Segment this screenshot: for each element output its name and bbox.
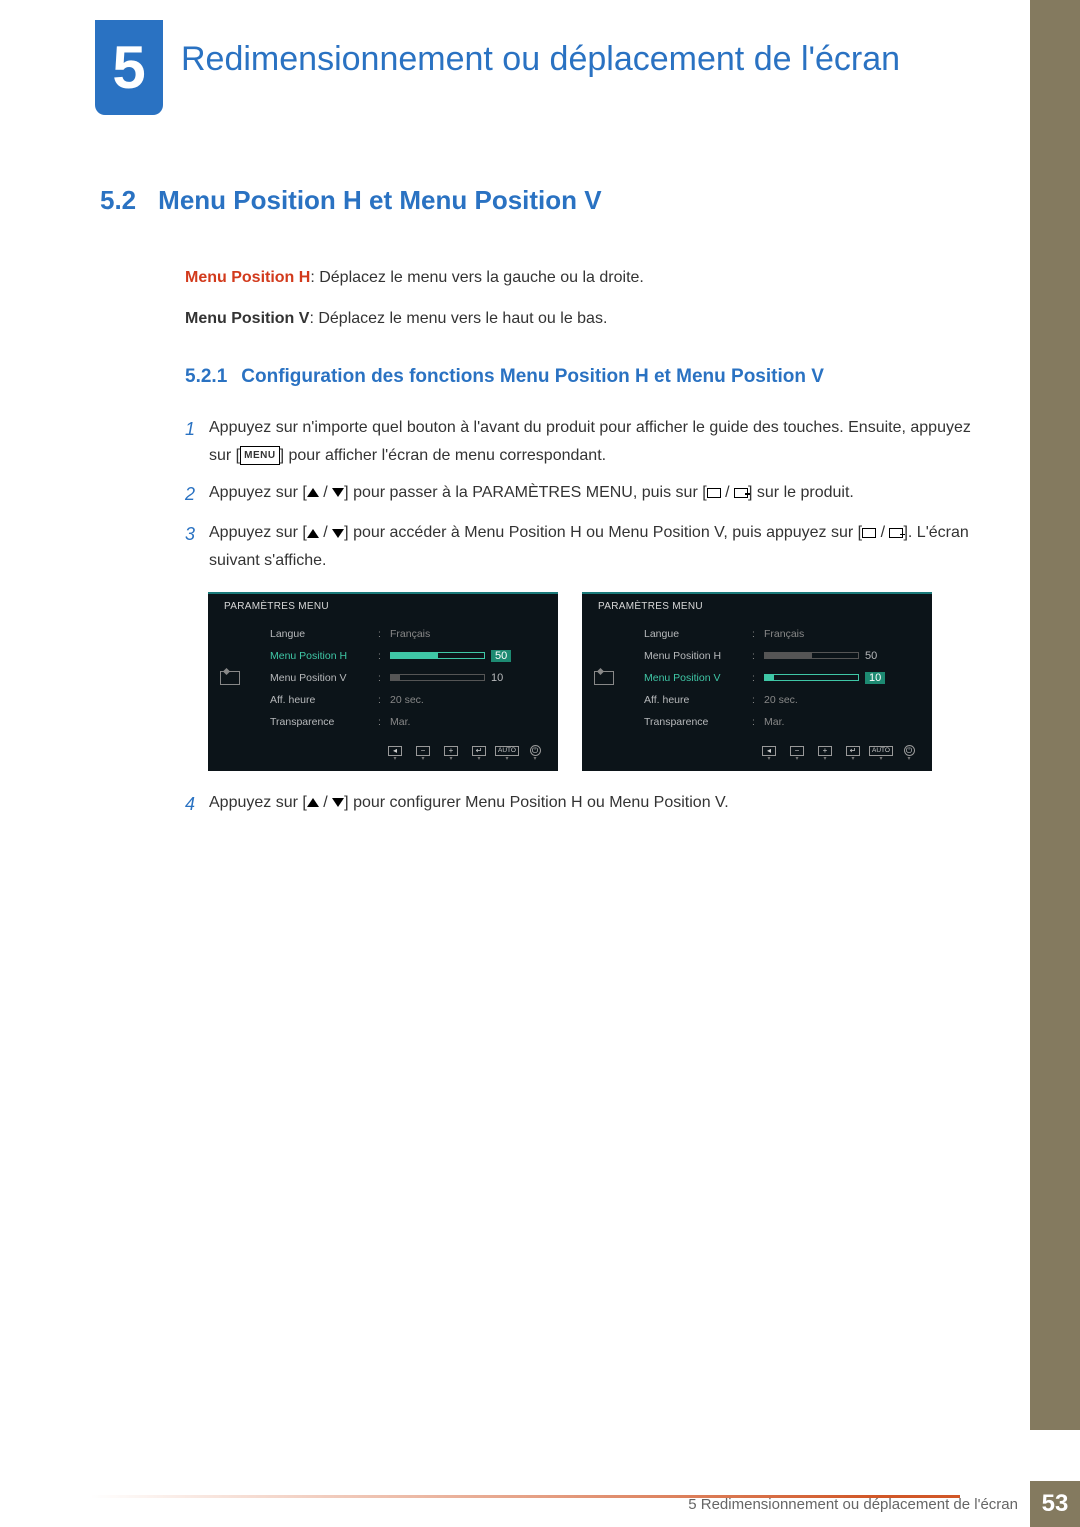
osd-category-icon (594, 671, 614, 685)
osd-nav-minus-icon: −▾ (786, 745, 808, 763)
osd-nav-auto-icon: AUTO▾ (496, 745, 518, 763)
osd-nav-left-icon: ◂▾ (758, 745, 780, 763)
footer-text: 5 Redimensionnement ou déplacement de l'… (688, 1496, 1030, 1513)
osd-nav-left-icon: ◂▾ (384, 745, 406, 763)
osd-title: PARAMÈTRES MENU (208, 594, 558, 615)
label-position-v: Menu Position V (185, 310, 309, 327)
osd-slider: 50 (390, 650, 511, 662)
osd-item-trans: Transparence : Mar. (644, 711, 918, 733)
pos-h-label: Menu Position H (464, 524, 581, 541)
osd-item-langue: Langue : Français (270, 623, 544, 645)
subsection-title: Configuration des fonctions Menu Positio… (241, 366, 824, 387)
chapter-number-badge: 5 (95, 20, 163, 115)
osd-nav-enter-icon: ↵▾ (842, 745, 864, 763)
subsection-number: 5.2.1 (185, 366, 227, 388)
osd-category-icon (220, 671, 240, 685)
osd-item-pos-v: Menu Position V : 10 (270, 667, 544, 689)
rect-icon (707, 488, 721, 498)
osd-slider: 10 (764, 672, 885, 684)
osd-nav-plus-icon: +▾ (440, 745, 462, 763)
section-heading: 5.2 Menu Position H et Menu Position V (100, 185, 980, 216)
osd-slider: 10 (390, 672, 503, 684)
subsection-heading: 5.2.1 Configuration des fonctions Menu Po… (185, 366, 980, 388)
osd-item-pos-v: Menu Position V : 10 (644, 667, 918, 689)
menu-key-icon: MENU (240, 446, 279, 465)
step-body: Appuyez sur [ / ] pour accéder à Menu Po… (209, 519, 980, 573)
param-menu-label: PARAMÈTRES MENU (472, 484, 633, 501)
osd-slider: 50 (764, 650, 877, 662)
osd-item-pos-h: Menu Position H : 50 (270, 645, 544, 667)
triangle-down-icon (332, 529, 344, 538)
page-footer: 5 Redimensionnement ou déplacement de l'… (0, 1481, 1080, 1527)
intro-position-h: Menu Position H: Déplacez le menu vers l… (185, 264, 980, 291)
section-title: Menu Position H et Menu Position V (158, 185, 601, 216)
sidebar-stripe (1030, 0, 1080, 1430)
pos-v-label: Menu Position V (608, 524, 723, 541)
osd-item-langue: Langue : Français (644, 623, 918, 645)
osd-nav-bar: ◂▾ −▾ +▾ ↵▾ AUTO▾ ⏻▾ (582, 739, 932, 771)
step-3: 3 Appuyez sur [ / ] pour accéder à Menu … (185, 519, 980, 573)
osd-panel-pos-v: PARAMÈTRES MENU Langue : Français Menu P… (582, 592, 932, 771)
triangle-up-icon (307, 488, 319, 497)
step-1: 1 Appuyez sur n'importe quel bouton à l'… (185, 414, 980, 468)
triangle-up-icon (307, 529, 319, 538)
step-body: Appuyez sur [ / ] pour configurer Menu P… (209, 789, 980, 820)
osd-item-trans: Transparence : Mar. (270, 711, 544, 733)
section-number: 5.2 (100, 185, 136, 216)
triangle-up-icon (307, 798, 319, 807)
osd-nav-auto-icon: AUTO▾ (870, 745, 892, 763)
step-body: Appuyez sur [ / ] pour passer à la PARAM… (209, 479, 980, 510)
osd-nav-minus-icon: −▾ (412, 745, 434, 763)
triangle-down-icon (332, 798, 344, 807)
osd-item-aff: Aff. heure : 20 sec. (644, 689, 918, 711)
step-number: 4 (185, 789, 209, 820)
osd-nav-enter-icon: ↵▾ (468, 745, 490, 763)
intro-position-v: Menu Position V: Déplacez le menu vers l… (185, 305, 980, 332)
label-position-h: Menu Position H (185, 269, 310, 286)
osd-title: PARAMÈTRES MENU (582, 594, 932, 615)
step-number: 1 (185, 414, 209, 468)
enter-icon (889, 528, 903, 538)
page-number: 53 (1030, 1481, 1080, 1527)
rect-icon (862, 528, 876, 538)
osd-nav-bar: ◂▾ −▾ +▾ ↵▾ AUTO▾ ⏻▾ (208, 739, 558, 771)
triangle-down-icon (332, 488, 344, 497)
osd-item-aff: Aff. heure : 20 sec. (270, 689, 544, 711)
osd-nav-power-icon: ⏻▾ (898, 745, 920, 763)
step-4: 4 Appuyez sur [ / ] pour configurer Menu… (185, 789, 980, 820)
osd-nav-power-icon: ⏻▾ (524, 745, 546, 763)
pos-h-label: Menu Position H (465, 794, 582, 811)
osd-item-pos-h: Menu Position H : 50 (644, 645, 918, 667)
step-number: 3 (185, 519, 209, 573)
enter-icon (734, 488, 748, 498)
osd-screenshots: PARAMÈTRES MENU Langue : Français Menu P… (208, 592, 980, 771)
step-number: 2 (185, 479, 209, 510)
pos-v-label: Menu Position V (609, 794, 724, 811)
osd-panel-pos-h: PARAMÈTRES MENU Langue : Français Menu P… (208, 592, 558, 771)
step-body: Appuyez sur n'importe quel bouton à l'av… (209, 414, 980, 468)
chapter-title: Redimensionnement ou déplacement de l'éc… (181, 20, 900, 81)
chapter-header: 5 Redimensionnement ou déplacement de l'… (0, 0, 1080, 145)
osd-nav-plus-icon: +▾ (814, 745, 836, 763)
step-2: 2 Appuyez sur [ / ] pour passer à la PAR… (185, 479, 980, 510)
